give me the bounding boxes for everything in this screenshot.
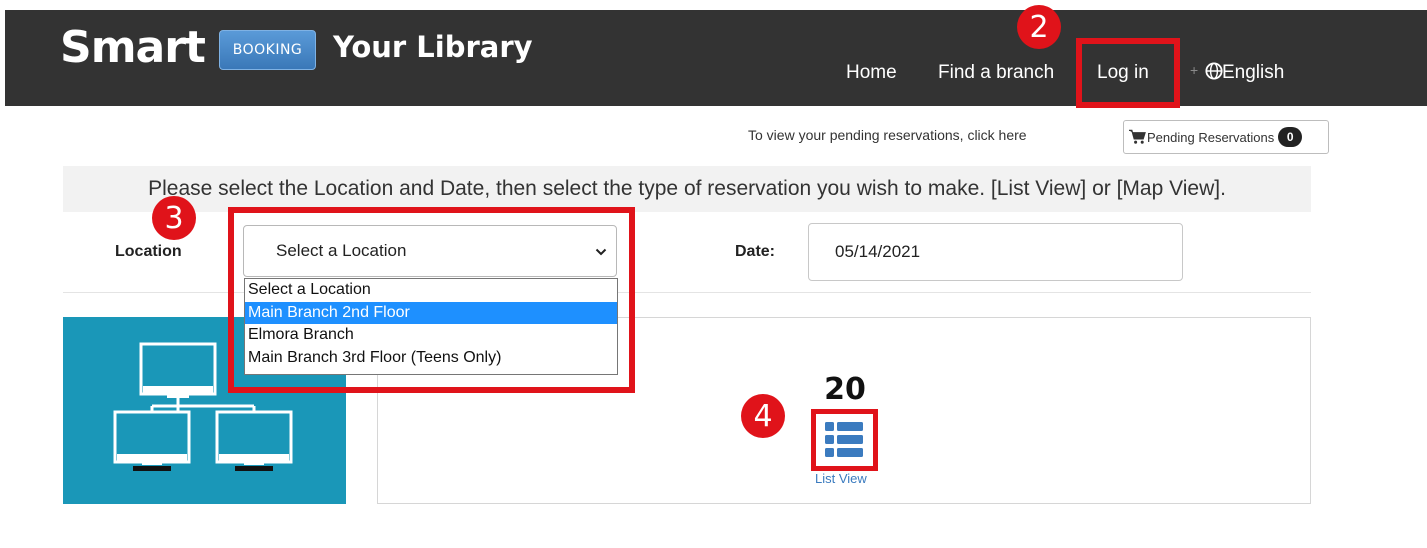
navbar: Smart BOOKING Your Library <box>5 10 1427 106</box>
nav-home-link[interactable]: Home <box>846 62 897 84</box>
pending-count-badge: 0 <box>1278 127 1303 147</box>
location-highlight-box <box>228 207 635 393</box>
date-input[interactable]: 05/14/2021 <box>808 223 1183 281</box>
available-count: 20 <box>824 372 866 407</box>
instruction-text: Please select the Location and Date, the… <box>148 177 1226 200</box>
nav-find-branch-link[interactable]: Find a branch <box>938 62 1054 84</box>
logo-text[interactable]: Smart <box>60 24 206 72</box>
cart-icon <box>1129 129 1146 144</box>
annotation-badge-2: 2 <box>1017 5 1061 49</box>
pending-reservations-text[interactable]: To view your pending reservations, click… <box>748 127 1027 143</box>
login-highlight-box <box>1076 38 1180 108</box>
language-link[interactable]: English <box>1222 62 1284 84</box>
instruction-banner: Please select the Location and Date, the… <box>63 166 1311 212</box>
pending-reservations-button[interactable]: Pending Reservations 0 <box>1123 120 1329 154</box>
logo-badge[interactable]: BOOKING <box>219 30 316 70</box>
top-strip <box>0 0 1427 10</box>
list-view-highlight-box <box>811 409 878 471</box>
nav-plus-separator: + <box>1190 62 1199 78</box>
site-title: Your Library <box>333 30 533 64</box>
date-value: 05/14/2021 <box>835 242 921 261</box>
location-label: Location <box>115 243 182 260</box>
list-view-link[interactable]: List View <box>815 471 867 486</box>
annotation-badge-4: 4 <box>741 394 785 438</box>
annotation-badge-3: 3 <box>152 196 196 240</box>
pending-reservations-label: Pending Reservations <box>1147 129 1275 145</box>
date-label: Date: <box>735 243 776 260</box>
globe-icon <box>1205 62 1223 80</box>
